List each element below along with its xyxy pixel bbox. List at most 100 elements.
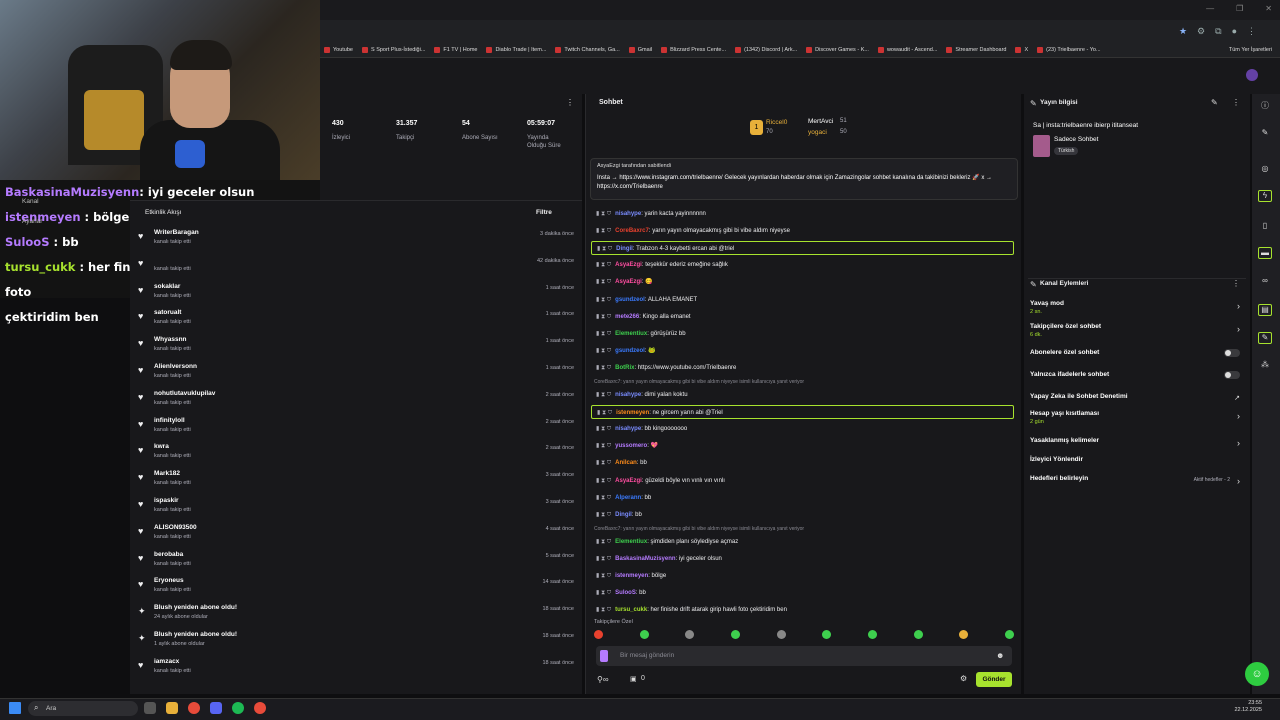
- bookmark[interactable]: Streamer Dashboard: [946, 46, 1006, 53]
- activity-name[interactable]: Whyassnn: [154, 336, 187, 343]
- mod-icons[interactable]: ▮ ⧗ ⛉: [596, 228, 611, 234]
- chat-message[interactable]: ▮ ⧗ ⛉ istenmeyen: bölge: [596, 569, 1016, 583]
- puzzle-icon[interactable]: ⧉: [1215, 26, 1221, 37]
- chevron-right-icon[interactable]: ›: [1237, 324, 1240, 334]
- mod-icons[interactable]: ▮ ⧗ ⛉: [596, 314, 611, 320]
- emote-icon[interactable]: [730, 630, 740, 639]
- bookmark[interactable]: Gmail: [628, 46, 652, 53]
- chat-message[interactable]: ▮ ⧗ ⛉ yussomero: 💖: [596, 439, 1016, 453]
- chat-message[interactable]: ▮ ⧗ ⛉ Dingil: Trabzon 4-3 kaybetti ercan …: [591, 241, 1014, 256]
- activity-name[interactable]: iamzacx: [154, 658, 179, 665]
- chat-username[interactable]: SulooS: [615, 590, 636, 596]
- mod-icons[interactable]: ▮ ⧗ ⛉: [596, 573, 611, 579]
- mod-icons[interactable]: ▮ ⧗ ⛉: [596, 607, 611, 613]
- chat-message[interactable]: ▮ ⧗ ⛉ nisahype: bb kingooooooo: [596, 422, 1016, 436]
- toggle-switch[interactable]: [1224, 349, 1240, 357]
- extension-icon[interactable]: ⚙: [1197, 26, 1205, 37]
- chat-message[interactable]: ▮ ⧗ ⛉ istenmeyen: ne gircem yarın abi @Tr…: [591, 405, 1014, 420]
- filter-button[interactable]: Filtre: [536, 209, 552, 216]
- emote-icon[interactable]: [913, 630, 923, 639]
- channel-action[interactable]: Yalnızca ifadelerle sohbet: [1030, 371, 1244, 379]
- bookmark[interactable]: Discover Games - K...: [806, 46, 869, 53]
- mod-icons[interactable]: ▮ ⧗ ⛉: [596, 590, 611, 596]
- window-controls[interactable]: — ❐ ✕: [1206, 4, 1272, 13]
- chat-username[interactable]: istenmeyen: [615, 573, 648, 579]
- folder-icon[interactable]: [166, 702, 178, 714]
- activity-name[interactable]: sokaklar: [154, 283, 180, 290]
- mod-icons[interactable]: ▮ ⧗ ⛉: [596, 297, 611, 303]
- pinned-message[interactable]: AsyaEzgi tarafından sabitlendi Insta → h…: [590, 158, 1018, 200]
- target-icon[interactable]: ◎: [1258, 164, 1272, 176]
- bookmark[interactable]: Diablo Trade | Item...: [486, 46, 546, 53]
- chat-message[interactable]: ▮ ⧗ ⛉ BaskasinaMuzisyenn: iyi geceler ols…: [596, 552, 1016, 566]
- mod-icons[interactable]: ▮ ⧗ ⛉: [596, 495, 611, 501]
- taskview-icon[interactable]: [144, 702, 156, 714]
- bookmark[interactable]: (23) Trielbaenre - Yo...: [1037, 46, 1101, 53]
- chat-username[interactable]: CoreBaxrc7: [615, 228, 649, 234]
- activity-name[interactable]: infinityloll: [154, 417, 185, 424]
- chat-settings-icon[interactable]: ⚙: [960, 674, 967, 683]
- activity-name[interactable]: WriterBaragan: [154, 229, 199, 236]
- chat-username[interactable]: Dingil: [616, 246, 633, 252]
- activity-name[interactable]: satorualt: [154, 309, 181, 316]
- mic-icon[interactable]: [600, 650, 608, 662]
- emote-icon[interactable]: [867, 630, 877, 639]
- pencil-icon[interactable]: ✎: [1030, 99, 1037, 108]
- toggle-switch[interactable]: [1224, 371, 1240, 379]
- chat-icon[interactable]: ▬: [1258, 247, 1272, 259]
- chat-message[interactable]: ▮ ⧗ ⛉ AsyaEzgi: güzeldi böyle vın vınlı v…: [596, 474, 1016, 488]
- bookmark[interactable]: X: [1015, 46, 1028, 53]
- bookmark[interactable]: F1 TV | Home: [434, 46, 477, 53]
- chat-message[interactable]: ▮ ⧗ ⛉ mete266: Kingo alla emanet: [596, 310, 1016, 324]
- bookmark[interactable]: wowaudit - Ascend...: [877, 46, 937, 53]
- chat-username[interactable]: nisahype: [615, 211, 641, 217]
- chat-message[interactable]: ▮ ⧗ ⛉ CoreBaxrc7: yarın yayın olmayacakmı…: [596, 224, 1016, 238]
- app-icon[interactable]: [254, 702, 266, 714]
- activity-name[interactable]: Alienlversonn: [154, 363, 197, 370]
- leader-name[interactable]: MertAvci: [808, 118, 833, 125]
- spotify-icon[interactable]: [232, 702, 244, 714]
- taskbar-search[interactable]: Ara: [28, 701, 138, 716]
- stream-tag[interactable]: Türkish: [1054, 147, 1079, 155]
- channel-action[interactable]: Yasaklanmış kelimeler ›: [1030, 437, 1244, 448]
- chat-input[interactable]: Bir mesaj gönderin: [596, 646, 1012, 666]
- chat-username[interactable]: Anilcan: [615, 460, 637, 466]
- activity-name[interactable]: kwra: [154, 443, 169, 450]
- minimize-icon[interactable]: —: [1206, 4, 1214, 13]
- channel-action[interactable]: Hesap yaşı kısıtlaması 2 gün ›: [1030, 410, 1244, 425]
- info-icon[interactable]: ⓘ: [1258, 100, 1272, 112]
- chat-message[interactable]: ▮ ⧗ ⛉ tursu_cukk: her finishe drift atara…: [596, 603, 1016, 617]
- chat-message[interactable]: ▮ ⧗ ⛉ BotRix: https://www.youtube.com/Tri…: [596, 361, 1016, 375]
- chat-message[interactable]: ▮ ⧗ ⛉ nisahype: yarin kacta yayinnnnnn: [596, 207, 1016, 221]
- mod-icons[interactable]: ▮ ⧗ ⛉: [596, 556, 611, 562]
- leader-name[interactable]: Riccel0: [766, 119, 787, 126]
- chat-username[interactable]: yussomero: [615, 443, 647, 449]
- chat-message[interactable]: ▮ ⧗ ⛉ Anilcan: bb: [596, 456, 1016, 470]
- chat-username[interactable]: gsundzeol: [615, 297, 645, 303]
- maximize-icon[interactable]: ❐: [1236, 4, 1243, 13]
- activity-name[interactable]: Eryoneus: [154, 577, 184, 584]
- mod-icons[interactable]: ▮ ⧗ ⛉: [596, 262, 611, 268]
- channel-action[interactable]: İzleyici Yönlendir: [1030, 456, 1244, 463]
- mod-icons[interactable]: ▮ ⧗ ⛉: [596, 348, 611, 354]
- mod-icons[interactable]: ▮ ⧗ ⛉: [596, 539, 611, 545]
- emote-icon[interactable]: [776, 630, 786, 639]
- chat-message[interactable]: ▮ ⧗ ⛉ gsundzeol: 🐸: [596, 344, 1016, 358]
- channel-action[interactable]: Yapay Zeka ile Sohbet Denetimi ↗: [1030, 393, 1244, 402]
- chat-username[interactable]: nisahype: [615, 426, 641, 432]
- activity-name[interactable]: ispaskir: [154, 497, 179, 504]
- gift-icon[interactable]: ▣: [630, 675, 637, 683]
- browser-tab-strip[interactable]: [320, 0, 1280, 20]
- people-icon[interactable]: ⁂: [1258, 360, 1272, 372]
- phone-icon[interactable]: ▯: [1258, 221, 1272, 233]
- more-icon[interactable]: ⋮: [1232, 279, 1240, 288]
- channel-action[interactable]: Abonelere özel sohbet: [1030, 349, 1244, 357]
- mod-icons[interactable]: ▮ ⧗ ⛉: [596, 443, 611, 449]
- mod-icons[interactable]: ▮ ⧗ ⛉: [597, 246, 612, 252]
- taskbar-clock[interactable]: 23:55 22.12.2025: [1234, 700, 1262, 714]
- more-icon[interactable]: ⋮: [1232, 98, 1240, 107]
- chat-username[interactable]: Elementiux: [615, 539, 647, 545]
- chat-username[interactable]: AsyaEzgi: [615, 262, 642, 268]
- chat-username[interactable]: Alperann: [615, 495, 641, 501]
- link-icon[interactable]: ∞: [1258, 276, 1272, 288]
